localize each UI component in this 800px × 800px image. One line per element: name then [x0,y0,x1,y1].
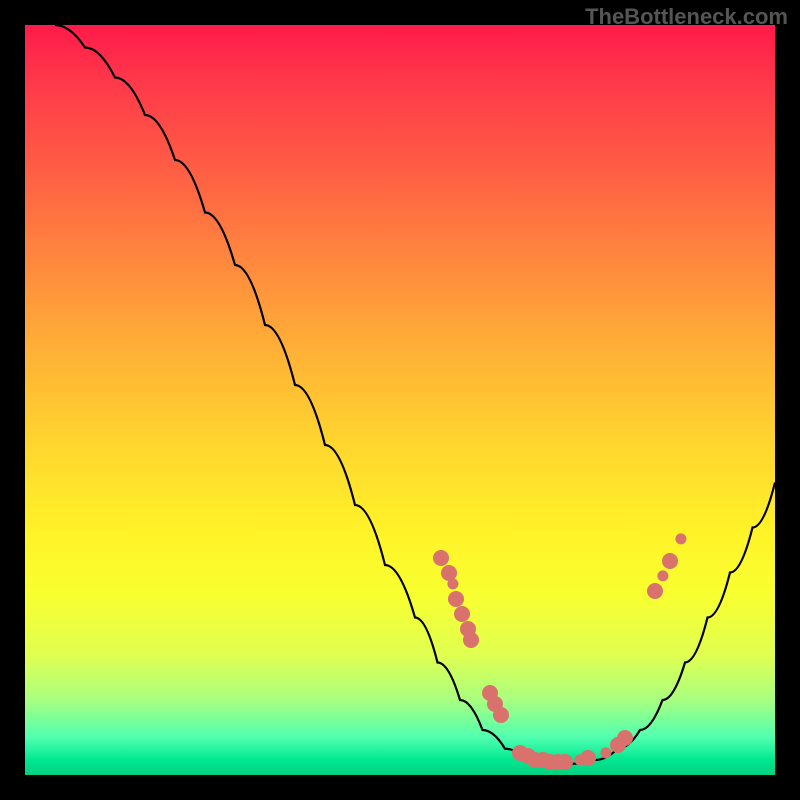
data-marker [454,606,470,622]
data-marker [463,632,479,648]
bottleneck-curve [25,25,775,775]
data-marker [617,730,633,746]
data-marker [580,750,596,766]
chart-plot-area [25,25,775,775]
data-marker [557,754,573,770]
data-marker [448,591,464,607]
data-marker [647,583,663,599]
data-marker [433,550,449,566]
data-marker [662,553,678,569]
watermark-text: TheBottleneck.com [585,4,788,30]
data-marker [493,707,509,723]
